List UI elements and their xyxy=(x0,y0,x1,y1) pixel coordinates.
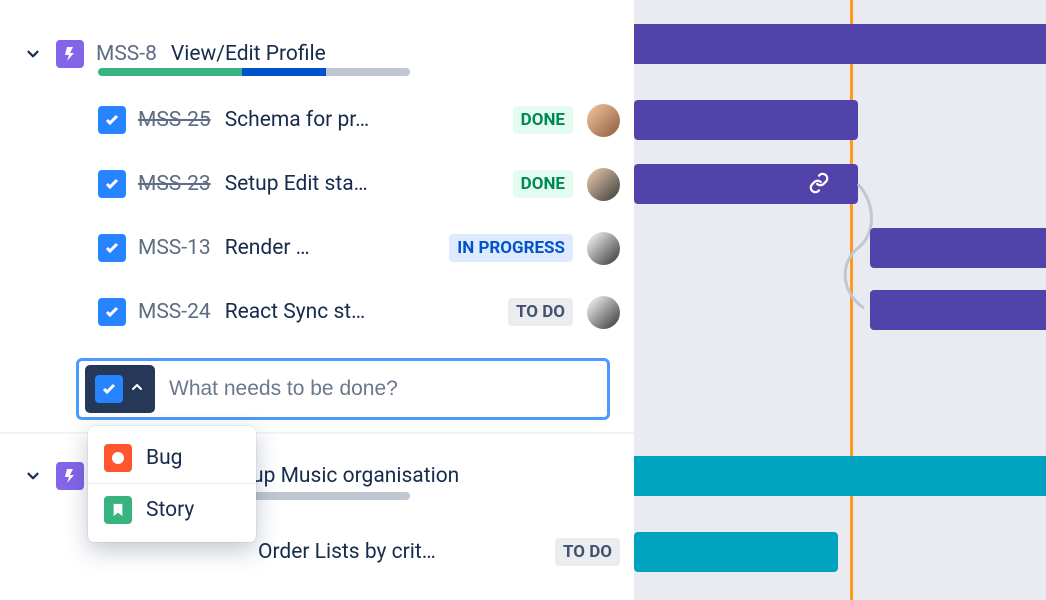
type-option-bug[interactable]: Bug xyxy=(88,432,256,484)
epic-icon xyxy=(56,462,84,490)
link-icon[interactable] xyxy=(808,172,830,198)
issue-title[interactable]: Render … xyxy=(225,236,440,260)
status-badge[interactable]: DONE xyxy=(513,106,573,134)
task-icon xyxy=(98,298,126,326)
issue-row[interactable]: MSS-23 Setup Edit sta… DONE xyxy=(0,152,634,216)
issue-title[interactable]: React Sync st… xyxy=(225,300,498,324)
task-icon xyxy=(95,375,123,403)
new-issue-input-row[interactable] xyxy=(76,358,610,420)
timeline-bar[interactable] xyxy=(634,456,1046,496)
issue-type-dropdown: Bug Story xyxy=(88,426,256,542)
task-icon xyxy=(98,170,126,198)
issue-title[interactable]: Setup Edit sta… xyxy=(225,172,503,196)
status-badge[interactable]: TO DO xyxy=(508,298,573,326)
issue-key[interactable]: MSS-13 xyxy=(138,236,211,260)
timeline-bar[interactable] xyxy=(870,290,1046,330)
bug-icon xyxy=(104,444,132,472)
issue-list-panel: MSS-8 View/Edit Profile MSS-25 Schema fo… xyxy=(0,0,634,600)
timeline-bar[interactable] xyxy=(634,100,858,140)
status-badge[interactable]: TO DO xyxy=(555,538,620,566)
story-icon xyxy=(104,496,132,524)
new-issue-title-input[interactable] xyxy=(167,376,601,402)
chevron-up-icon xyxy=(129,379,145,399)
issue-title[interactable]: Order Lists by crit… xyxy=(258,540,545,564)
status-badge[interactable]: IN PROGRESS xyxy=(449,234,573,262)
timeline-panel[interactable] xyxy=(634,0,1046,600)
issue-key[interactable]: MSS-25 xyxy=(138,108,211,132)
avatar[interactable] xyxy=(587,104,620,137)
type-option-label: Story xyxy=(146,498,194,522)
epic-row[interactable]: MSS-8 View/Edit Profile xyxy=(0,22,634,86)
avatar[interactable] xyxy=(587,296,620,329)
epic-progress-bar xyxy=(98,68,410,76)
issue-row[interactable]: MSS-24 React Sync st… TO DO xyxy=(0,280,634,344)
issue-title[interactable]: up Music organisation xyxy=(252,464,459,488)
issue-key[interactable]: MSS-8 xyxy=(96,42,157,66)
issue-title[interactable]: Schema for pr… xyxy=(225,108,503,132)
issue-title[interactable]: View/Edit Profile xyxy=(171,42,634,66)
status-badge[interactable]: DONE xyxy=(513,170,573,198)
avatar[interactable] xyxy=(587,232,620,265)
task-icon xyxy=(98,234,126,262)
type-option-story[interactable]: Story xyxy=(88,484,256,536)
timeline-bar[interactable] xyxy=(634,532,838,572)
task-icon xyxy=(98,106,126,134)
issue-key[interactable]: MSS-24 xyxy=(138,300,211,324)
chevron-down-icon[interactable] xyxy=(20,463,46,489)
epic-icon xyxy=(56,40,84,68)
issue-row[interactable]: MSS-13 Render … IN PROGRESS xyxy=(0,216,634,280)
chevron-down-icon[interactable] xyxy=(20,41,46,67)
issue-type-selector[interactable] xyxy=(85,365,155,413)
issue-key[interactable]: MSS-23 xyxy=(138,172,211,196)
type-option-label: Bug xyxy=(146,446,182,470)
issue-row[interactable]: MSS-25 Schema for pr… DONE xyxy=(0,88,634,152)
timeline-bar[interactable] xyxy=(870,228,1046,268)
avatar[interactable] xyxy=(587,168,620,201)
timeline-bar[interactable] xyxy=(634,24,1046,64)
